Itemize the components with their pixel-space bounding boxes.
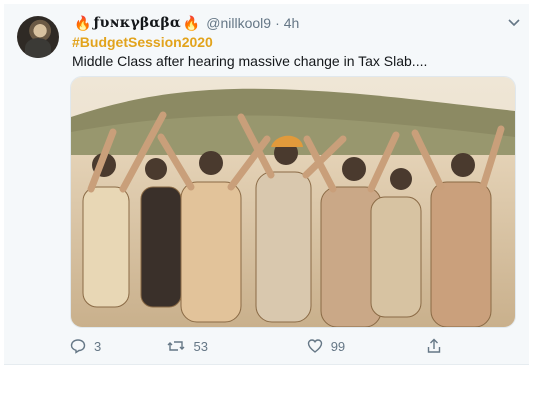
fire-icon: 🔥 [74,14,92,31]
retweet-icon [167,341,185,351]
reply-icon [70,339,86,354]
celebrating-crowd-illustration [71,77,515,327]
tweet-image[interactable] [70,76,516,328]
tweet-text: Middle Class after hearing massive chang… [72,53,428,69]
user-handle[interactable]: @nillkool9 [206,15,271,31]
reply-count: 3 [94,338,102,354]
chevron-down-icon[interactable] [507,16,521,30]
tweet-card[interactable]: 🔥 ƒυɴκγβαβα 🔥 @nillkool9 · 4h #BudgetSes… [4,4,529,365]
like-count: 99 [330,338,346,354]
heart-icon [307,339,322,353]
timestamp[interactable]: 4h [284,15,300,31]
avatar[interactable] [17,16,59,58]
tweet-header: 🔥 ƒυɴκγβαβα 🔥 @nillkool9 · 4h [72,14,499,32]
retweet-button[interactable]: 53 [167,338,306,354]
share-icon [427,338,441,353]
retweet-count: 53 [193,338,208,354]
reply-button[interactable]: 3 [70,338,159,354]
display-name[interactable]: ƒυɴκγβαβα [93,15,180,31]
share-button[interactable] [426,338,450,354]
like-button[interactable]: 99 [307,338,426,354]
tweet-actions: 3 53 99 [70,336,450,356]
hashtag-link[interactable]: #BudgetSession2020 [72,34,213,50]
separator-dot: · [275,15,280,31]
fire-icon: 🔥 [182,14,201,31]
